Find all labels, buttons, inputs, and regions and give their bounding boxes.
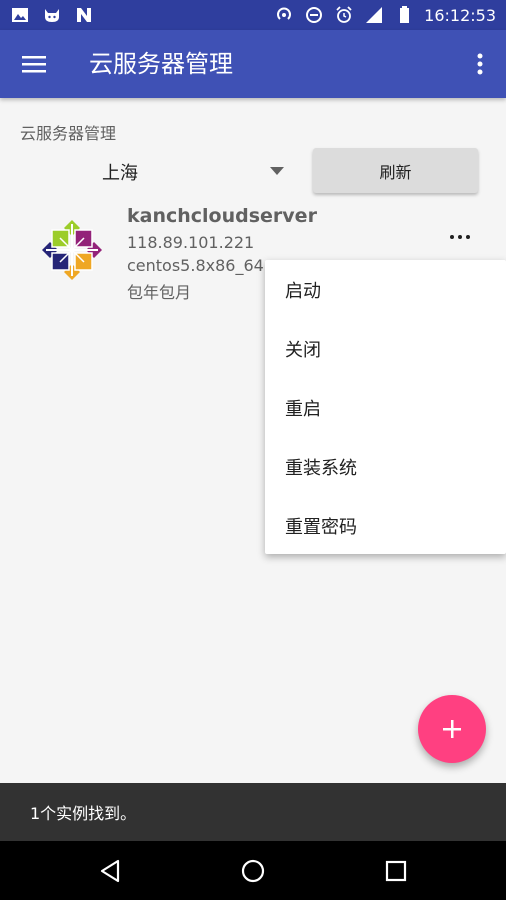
menu-item-reinstall[interactable]: 重装系统 xyxy=(265,437,506,496)
battery-icon xyxy=(400,6,410,23)
centos-logo-icon xyxy=(42,220,102,280)
more-horiz-icon[interactable] xyxy=(448,232,472,242)
plus-icon xyxy=(443,720,461,738)
home-icon[interactable] xyxy=(240,858,266,884)
menu-item-reset-password[interactable]: 重置密码 xyxy=(265,496,506,555)
dropdown-arrow-icon xyxy=(270,167,284,175)
status-bar: 16:12:53 xyxy=(0,0,506,30)
hotspot-icon xyxy=(277,7,292,20)
server-os: centos5.8x86_64 xyxy=(127,256,264,275)
snackbar: 1个实例找到。 xyxy=(0,783,506,841)
section-label: 云服务器管理 xyxy=(20,124,117,143)
more-vert-icon[interactable] xyxy=(472,50,488,78)
server-name: kanchcloudserver xyxy=(127,205,317,227)
refresh-button[interactable]: 刷新 xyxy=(313,148,478,193)
status-time: 16:12:53 xyxy=(424,5,496,25)
menu-item-restart[interactable]: 重启 xyxy=(265,378,506,437)
app-bar: 云服务器管理 xyxy=(0,30,506,98)
snackbar-message: 1个实例找到。 xyxy=(30,804,137,823)
recents-icon[interactable] xyxy=(383,858,409,884)
region-value: 上海 xyxy=(102,163,138,184)
data-saver-icon xyxy=(306,7,323,23)
server-ip: 118.89.101.221 xyxy=(127,233,255,252)
menu-item-stop[interactable]: 关闭 xyxy=(265,319,506,378)
cat-notification-icon xyxy=(45,9,59,22)
system-nav-bar xyxy=(0,841,506,900)
menu-icon[interactable] xyxy=(20,52,48,76)
alarm-icon xyxy=(336,6,352,23)
menu-item-start[interactable]: 启动 xyxy=(265,260,506,319)
server-action-menu: 启动 关闭 重启 重装系统 重置密码 xyxy=(265,260,506,554)
image-icon xyxy=(12,8,28,22)
region-spinner[interactable]: 上海 xyxy=(100,155,290,189)
page-title: 云服务器管理 xyxy=(89,50,233,78)
back-icon[interactable] xyxy=(98,858,124,884)
n-notification-icon xyxy=(77,8,91,22)
server-billing: 包年包月 xyxy=(127,283,192,302)
signal-icon xyxy=(366,7,383,23)
add-fab-button[interactable] xyxy=(418,695,486,763)
